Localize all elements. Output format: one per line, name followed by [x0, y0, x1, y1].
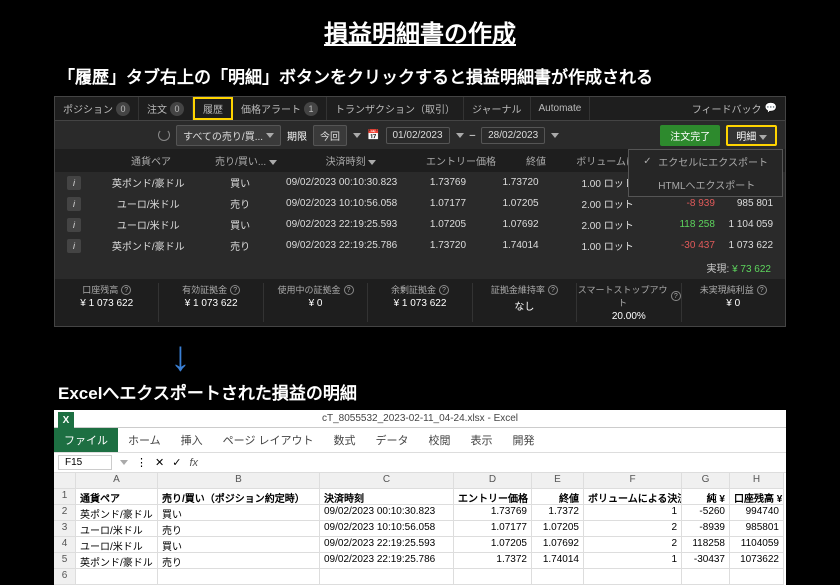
ribbon-insert[interactable]: 挿入	[171, 428, 213, 452]
info-icon[interactable]: i	[67, 197, 81, 211]
col-pair[interactable]: 通貨ペア	[91, 153, 211, 168]
excel-section-title: Excelへエクスポートされた損益の明細	[0, 379, 840, 410]
ribbon-review[interactable]: 校閲	[419, 428, 461, 452]
ribbon-formula[interactable]: 数式	[324, 428, 366, 452]
ribbon-view[interactable]: 表示	[461, 428, 503, 452]
help-icon[interactable]: ?	[671, 291, 680, 301]
help-icon[interactable]: ?	[344, 285, 354, 295]
tab-orders[interactable]: 注文0	[139, 97, 193, 120]
arrow-down-icon: ↓	[0, 327, 840, 379]
tab-automate[interactable]: Automate	[531, 97, 591, 120]
subtitle: 「履歴」タブ右上の「明細」ボタンをクリックすると損益明細書が作成される	[0, 59, 840, 96]
ribbon-data[interactable]: データ	[366, 428, 419, 452]
trading-app: ポジション0 注文0 履歴 価格アラート1 トランザクション（取引） ジャーナル…	[54, 96, 786, 327]
footer-cell: スマートストップアウト ?20.00%	[577, 283, 681, 322]
order-done-button[interactable]: 注文完了	[660, 125, 720, 146]
chevron-down-icon[interactable]	[353, 133, 361, 138]
date-to[interactable]: 28/02/2023	[481, 127, 545, 144]
comment-icon: 💬	[765, 103, 777, 114]
page-title: 損益明細書の作成	[0, 0, 840, 59]
help-icon[interactable]: ?	[439, 285, 449, 295]
cell-reference[interactable]: F15	[58, 455, 112, 470]
help-icon[interactable]: ?	[548, 285, 558, 295]
formula-bar: F15 ⋮ ✕✓ fx	[54, 453, 786, 473]
tab-transactions[interactable]: トランザクション（取引）	[327, 97, 464, 120]
spreadsheet[interactable]: ABCDEFGH1通貨ペア売り/買い（ポジション約定時）決済時刻エントリー価格終…	[54, 473, 786, 585]
ribbon-file[interactable]: ファイル	[54, 428, 118, 452]
help-icon[interactable]: ?	[757, 285, 767, 295]
menu-export-html[interactable]: HTMLへエクスポート	[633, 173, 778, 196]
help-icon[interactable]: ?	[121, 285, 131, 295]
realized-pl: 実現: ¥ 73 622	[55, 256, 785, 279]
footer-cell: 未実現純利益 ?¥ 0	[682, 283, 785, 322]
feedback-link[interactable]: フィードバック💬	[684, 97, 785, 120]
filter-period[interactable]: 今回	[313, 125, 347, 146]
ribbon-home[interactable]: ホーム	[118, 428, 171, 452]
help-icon[interactable]: ?	[230, 285, 240, 295]
period-label: 期限	[287, 128, 307, 143]
table-row[interactable]: i ユーロ/米ドル買い09/02/2023 22:19:25.593 1.072…	[55, 214, 785, 235]
footer-cell: 余剰証拠金 ?¥ 1 073 622	[368, 283, 472, 322]
footer-cell: 証拠金維持率 ?なし	[473, 283, 577, 322]
excel-titlebar: X cT_8055532_2023-02-11_04-24.xlsx - Exc…	[54, 410, 786, 428]
excel-logo-icon: X	[58, 412, 74, 428]
tab-history[interactable]: 履歴	[193, 97, 233, 120]
export-menu: ✓エクセルにエクスポート HTMLへエクスポート	[628, 149, 783, 197]
tab-position[interactable]: ポジション0	[55, 97, 139, 120]
tab-journal[interactable]: ジャーナル	[464, 97, 531, 120]
excel-ribbon: ファイル ホーム 挿入 ページ レイアウト 数式 データ 校閲 表示 開発	[54, 428, 786, 453]
ribbon-layout[interactable]: ページ レイアウト	[213, 428, 324, 452]
ribbon-dev[interactable]: 開発	[503, 428, 545, 452]
account-footer: 口座残高 ?¥ 1 073 622有効証拠金 ?¥ 1 073 622使用中の証…	[55, 279, 785, 326]
tab-price-alert[interactable]: 価格アラート1	[233, 97, 327, 120]
filter-buysell[interactable]: すべての売り/買...	[176, 125, 281, 146]
info-icon[interactable]: i	[67, 239, 81, 253]
info-icon[interactable]: i	[67, 176, 81, 190]
app-tabs: ポジション0 注文0 履歴 価格アラート1 トランザクション（取引） ジャーナル…	[55, 97, 785, 121]
details-button[interactable]: 明細	[726, 125, 777, 146]
footer-cell: 口座残高 ?¥ 1 073 622	[55, 283, 159, 322]
fx-icon[interactable]: fx	[189, 457, 198, 469]
excel-window: X cT_8055532_2023-02-11_04-24.xlsx - Exc…	[54, 410, 786, 585]
info-icon[interactable]: i	[67, 218, 81, 232]
calendar-icon[interactable]: 📅	[367, 130, 379, 141]
table-header: 通貨ペア 売り/買い... 決済時刻 エントリー価格 終値 ボリュームによる決済…	[55, 149, 785, 172]
table-row[interactable]: i 英ポンド/豪ドル売り09/02/2023 22:19:25.786 1.73…	[55, 235, 785, 256]
footer-cell: 使用中の証拠金 ?¥ 0	[264, 283, 368, 322]
date-from[interactable]: 01/02/2023	[386, 127, 450, 144]
refresh-icon[interactable]	[158, 129, 170, 141]
filter-bar: すべての売り/買... 期限 今回 📅 01/02/2023 – 28/02/2…	[55, 121, 785, 149]
footer-cell: 有効証拠金 ?¥ 1 073 622	[159, 283, 263, 322]
menu-export-excel[interactable]: ✓エクセルにエクスポート	[633, 150, 778, 173]
